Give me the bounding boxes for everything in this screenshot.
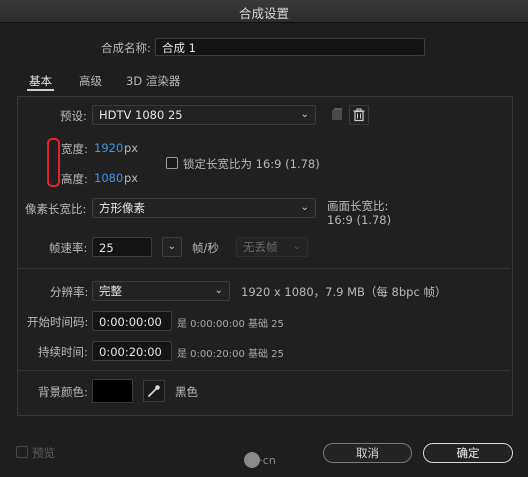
duration-input[interactable]: 0:00:20:00 [92, 341, 172, 361]
title-bar: 合成设置 [0, 0, 528, 23]
height-value[interactable]: 1080 [94, 171, 123, 185]
height-label: 高度: [61, 172, 88, 186]
lock-aspect-label: 锁定长宽比为 16:9 (1.78) [183, 157, 320, 171]
start-timecode-input[interactable]: 0:00:00:00 [92, 311, 172, 331]
width-value[interactable]: 1920 [94, 141, 123, 155]
width-label: 宽度: [61, 142, 88, 156]
chevron-down-icon: ⌄ [167, 241, 176, 252]
highlight-annotation [47, 138, 60, 187]
chevron-down-icon: ⌄ [214, 285, 223, 296]
composition-settings-dialog: 合成设置 合成名称: 合成 1 基本 高级 3D 渲染器 预设: HDTV 10… [0, 0, 528, 477]
eyedropper-icon [148, 385, 160, 397]
start-timecode-note: 是 0:00:00:00 基础 25 [177, 319, 284, 330]
resolution-select[interactable]: 完整 ⌄ [92, 281, 230, 301]
pixel-aspect-value: 方形像素 [99, 201, 145, 215]
frame-rate-label: 帧速率: [49, 241, 88, 255]
comp-name-label: 合成名称: [101, 41, 151, 55]
resolution-label: 分辨率: [50, 285, 89, 299]
ok-button-label: 确定 [456, 446, 480, 460]
width-unit: px [124, 141, 139, 155]
resolution-value: 完整 [99, 284, 122, 298]
window-title: 合成设置 [238, 6, 289, 21]
tab-3d-renderer[interactable]: 3D 渲染器 [126, 73, 180, 89]
background-color-name: 黑色 [175, 385, 198, 399]
background-color-swatch[interactable] [92, 379, 133, 403]
preview-checkbox[interactable] [16, 446, 28, 458]
section-divider [18, 268, 510, 269]
chevron-down-icon: ⌄ [300, 109, 309, 120]
comp-name-input[interactable]: 合成 1 [155, 38, 425, 56]
preview-label: 预览 [32, 446, 55, 460]
start-timecode-label: 开始时间码: [27, 315, 89, 329]
dropframe-select: 无丢帧 ⌄ [236, 237, 308, 257]
tab-advanced-label: 高级 [79, 74, 102, 88]
watermark-text: UI·cn [248, 454, 276, 467]
trash-icon [353, 108, 365, 122]
lock-aspect-checkbox[interactable] [166, 157, 178, 169]
preset-label: 预设: [60, 109, 87, 123]
tab-3d-renderer-label: 3D 渲染器 [126, 74, 181, 88]
pixel-aspect-label: 像素长宽比: [25, 202, 87, 216]
tab-basic[interactable]: 基本 [27, 73, 54, 91]
section-divider [18, 370, 510, 371]
delete-preset-button[interactable] [349, 105, 369, 125]
duration-label: 持续时间: [38, 345, 88, 359]
cancel-button-label: 取消 [356, 446, 379, 460]
tab-active-underline [27, 89, 54, 91]
dropframe-value: 无丢帧 [243, 240, 278, 254]
ok-button[interactable]: 确定 [423, 443, 513, 463]
height-unit: px [124, 171, 139, 185]
save-preset-icon [332, 108, 342, 120]
chevron-down-icon: ⌄ [300, 202, 309, 213]
eyedropper-button[interactable] [143, 380, 165, 402]
pixel-aspect-select[interactable]: 方形像素 ⌄ [92, 198, 316, 218]
frame-aspect-value: 16:9 (1.78) [327, 213, 392, 227]
frame-rate-dropdown[interactable]: ⌄ [162, 237, 182, 257]
frame-rate-input[interactable]: 25 [92, 237, 152, 257]
tab-basic-label: 基本 [29, 74, 52, 88]
tab-advanced[interactable]: 高级 [79, 73, 102, 89]
background-color-label: 背景颜色: [38, 385, 88, 399]
frame-rate-unit: 帧/秒 [192, 241, 219, 255]
resolution-info: 1920 x 1080，7.9 MB（每 8bpc 帧） [241, 285, 447, 299]
chevron-down-icon: ⌄ [292, 241, 301, 252]
cancel-button[interactable]: 取消 [323, 443, 412, 463]
preset-select[interactable]: HDTV 1080 25 ⌄ [92, 105, 316, 125]
duration-note: 是 0:00:20:00 基础 25 [177, 349, 284, 360]
save-preset-button[interactable] [327, 105, 347, 125]
frame-aspect-label: 画面长宽比: [327, 199, 389, 213]
preset-value: HDTV 1080 25 [99, 108, 183, 122]
